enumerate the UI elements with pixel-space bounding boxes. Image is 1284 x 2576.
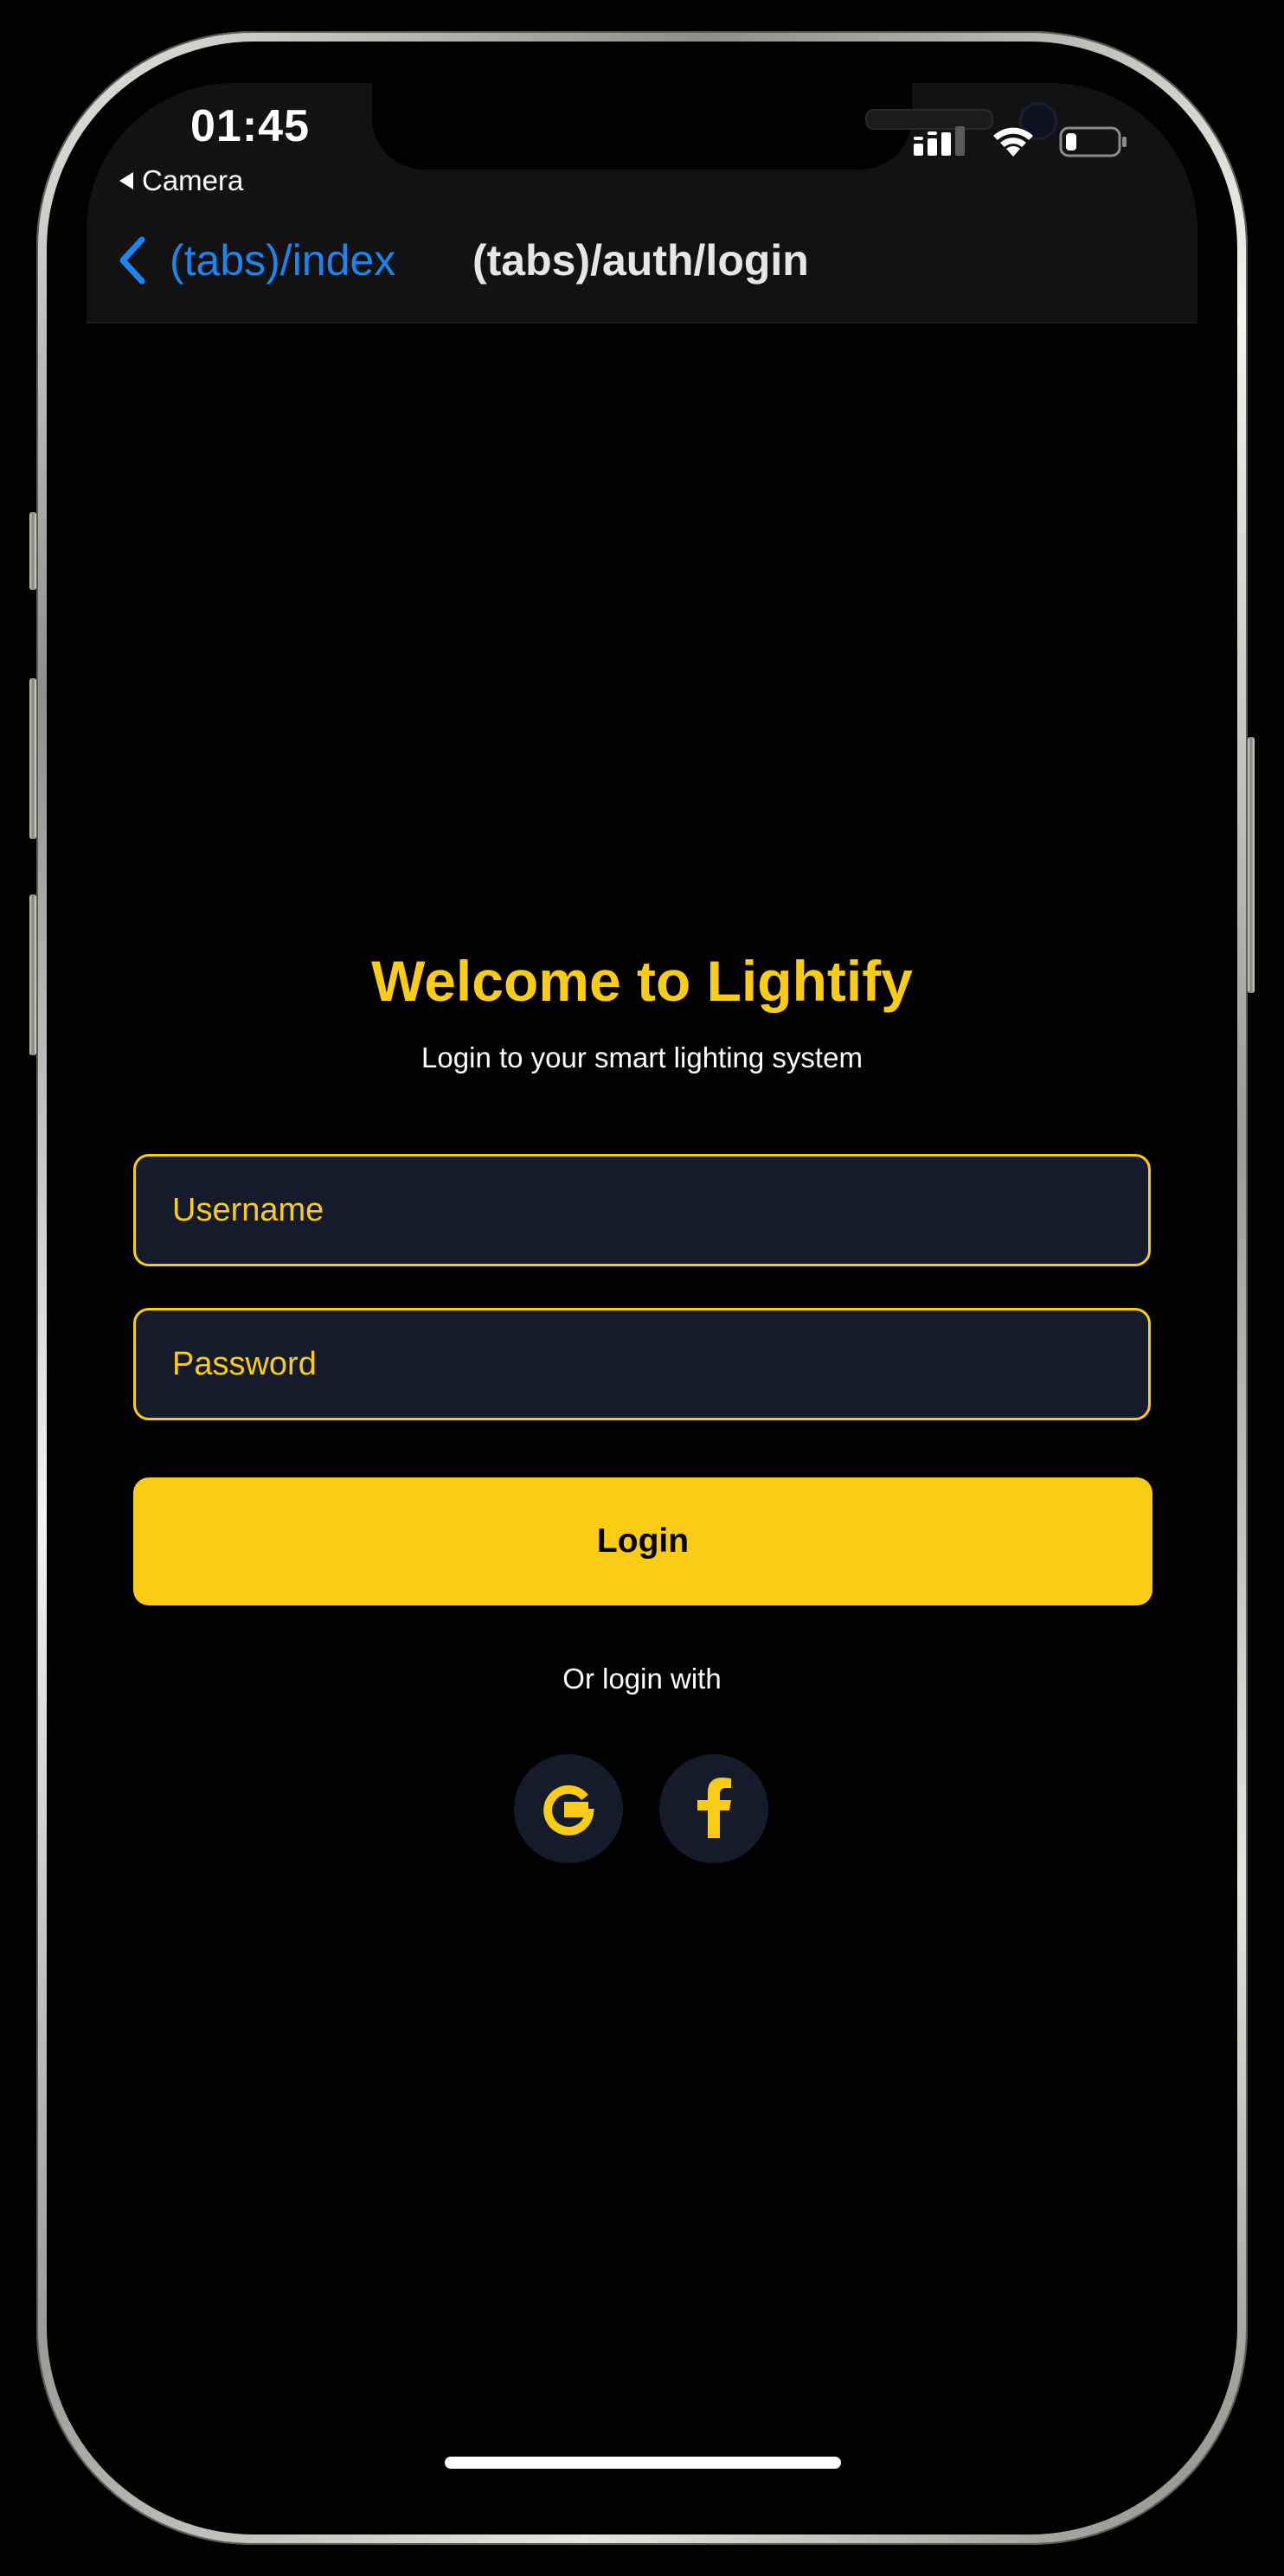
google-login-button[interactable] bbox=[514, 1754, 623, 1863]
login-subtitle: Login to your smart lighting system bbox=[421, 1041, 863, 1073]
page-title: (tabs)/auth/login bbox=[472, 236, 809, 285]
back-to-app-link[interactable]: Camera bbox=[119, 164, 243, 197]
login-button[interactable]: Login bbox=[133, 1477, 1152, 1605]
volume-down-button bbox=[29, 894, 36, 1055]
back-triangle-icon bbox=[119, 172, 133, 189]
nav-back-label: (tabs)/index bbox=[170, 236, 396, 285]
header-divider bbox=[87, 322, 1197, 324]
google-icon bbox=[543, 1785, 594, 1836]
facebook-login-button[interactable] bbox=[659, 1754, 768, 1863]
battery-icon bbox=[1059, 126, 1127, 157]
alt-login-text: Or login with bbox=[562, 1663, 722, 1695]
status-icons bbox=[914, 125, 1128, 159]
cellular-signal-icon bbox=[914, 126, 965, 156]
wifi-icon bbox=[993, 127, 1033, 157]
password-input[interactable] bbox=[133, 1308, 1151, 1420]
status-time: 01:45 bbox=[190, 101, 310, 151]
facebook-icon bbox=[697, 1778, 731, 1838]
phone-screen: 01:45 Camera (tabs)/index (tabs)/auth/lo… bbox=[87, 83, 1197, 2493]
welcome-heading: Welcome to Lightify bbox=[371, 949, 913, 1013]
nav-back-button[interactable]: (tabs)/index bbox=[118, 235, 395, 285]
back-to-app-label: Camera bbox=[142, 164, 244, 196]
notch bbox=[372, 83, 1057, 170]
home-indicator[interactable] bbox=[445, 2457, 841, 2469]
username-input[interactable] bbox=[133, 1154, 1151, 1266]
power-button bbox=[1248, 737, 1255, 993]
ringer-switch bbox=[29, 512, 36, 590]
chevron-left-icon bbox=[119, 236, 145, 285]
volume-up-button bbox=[29, 678, 36, 839]
